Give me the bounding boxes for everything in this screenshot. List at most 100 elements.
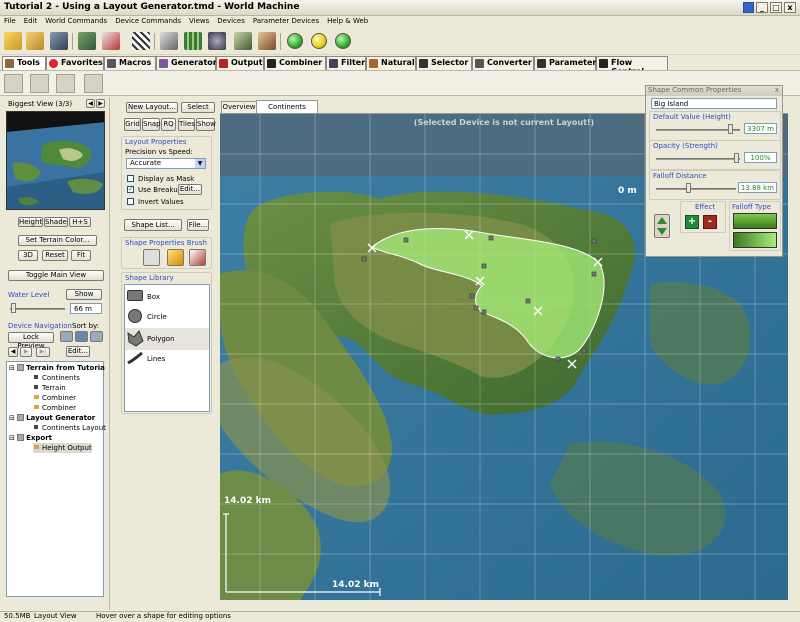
- tree-item-combiner-1[interactable]: Combiner: [33, 393, 76, 403]
- device-edit-button[interactable]: Edit...: [66, 346, 90, 357]
- falloff-thumb[interactable]: [685, 183, 691, 193]
- menu-views[interactable]: Views: [185, 16, 213, 25]
- default-value-field[interactable]: 3307 m: [744, 123, 777, 134]
- lock-preview-button[interactable]: Lock Preview: [8, 332, 54, 350]
- brush-pick-icon[interactable]: [143, 249, 160, 266]
- maximize-button[interactable]: □: [770, 2, 782, 13]
- water-level-slider[interactable]: [10, 308, 65, 310]
- close-button[interactable]: x: [784, 2, 796, 13]
- shape-lines-label[interactable]: Lines: [147, 355, 165, 363]
- precision-select[interactable]: Accurate ▼: [126, 158, 206, 169]
- tab-tools[interactable]: Tools: [2, 56, 46, 70]
- menu-parameter-devices[interactable]: Parameter Devices: [249, 16, 323, 25]
- minimize-button[interactable]: _: [756, 2, 768, 13]
- invert-values-checkbox[interactable]: [127, 198, 134, 205]
- build-all-icon[interactable]: [335, 33, 351, 49]
- build-green-icon[interactable]: [287, 33, 303, 49]
- opacity-field[interactable]: 100%: [744, 152, 777, 163]
- tool-slot-2[interactable]: [30, 74, 49, 93]
- terrain-view-icon[interactable]: [234, 32, 252, 50]
- opacity-thumb[interactable]: [734, 153, 739, 163]
- tree-item-continents-layout[interactable]: Continents Layout: [33, 423, 106, 433]
- sort-name-icon[interactable]: [75, 331, 88, 342]
- menu-devices[interactable]: Devices: [213, 16, 249, 25]
- tree-item-terrain[interactable]: Terrain: [33, 383, 66, 393]
- brush-apply-icon[interactable]: [189, 249, 206, 266]
- tab-parameter[interactable]: Parameter: [534, 56, 596, 70]
- tab-flow-control[interactable]: Flow Control: [596, 56, 668, 76]
- move-shape-icon[interactable]: [654, 214, 670, 238]
- sort-order-icon[interactable]: [90, 331, 103, 342]
- menu-edit[interactable]: Edit: [20, 16, 42, 25]
- tab-overview[interactable]: Overview: [221, 101, 257, 113]
- water-level-value[interactable]: 66 m: [70, 303, 102, 314]
- tree-item-combiner-2[interactable]: Combiner: [33, 403, 76, 413]
- lines-shape-icon[interactable]: [127, 351, 144, 365]
- tab-combiner[interactable]: Combiner: [264, 56, 326, 70]
- terrain-preview[interactable]: [6, 111, 105, 210]
- device-view-icon[interactable]: [160, 32, 178, 50]
- brush-paint-icon[interactable]: [167, 249, 184, 266]
- set-terrain-color-button[interactable]: Set Terrain Color...: [18, 235, 97, 246]
- menu-file[interactable]: File: [0, 16, 20, 25]
- falloff-field[interactable]: 13.88 km: [738, 182, 777, 193]
- layout-view-icon[interactable]: [184, 32, 202, 50]
- nav-back-button[interactable]: ◀: [8, 347, 18, 357]
- rq-toggle[interactable]: RQ: [161, 118, 176, 131]
- new-world-icon[interactable]: [4, 32, 22, 50]
- new-layout-button[interactable]: New Layout...: [126, 102, 178, 113]
- shape-box-label[interactable]: Box: [147, 293, 160, 301]
- nav-forward-button[interactable]: ▶: [20, 347, 32, 357]
- effect-subtract-button[interactable]: -: [703, 215, 717, 229]
- menu-world-commands[interactable]: World Commands: [41, 16, 111, 25]
- nav-last-button[interactable]: ▶|: [36, 347, 50, 357]
- shape-properties-close-button[interactable]: x: [773, 87, 781, 95]
- tab-generator[interactable]: Generator: [156, 56, 217, 70]
- tab-natural[interactable]: Natural: [366, 56, 416, 70]
- tab-continents-layout[interactable]: Continents Layout: [256, 100, 318, 123]
- 3d-view-button[interactable]: 3D: [18, 250, 38, 261]
- stop-build-icon[interactable]: [102, 32, 120, 50]
- app-switch-icon[interactable]: [743, 2, 754, 13]
- display-mask-checkbox[interactable]: [127, 175, 134, 182]
- menu-help-web[interactable]: Help & Web: [323, 16, 372, 25]
- tree-item-continents[interactable]: Continents: [33, 373, 80, 383]
- tab-favorites[interactable]: Favorites: [46, 56, 104, 70]
- toggle-main-view-button[interactable]: Toggle Main View: [8, 270, 104, 281]
- sort-type-icon[interactable]: [60, 331, 73, 342]
- water-level-thumb[interactable]: [11, 303, 16, 313]
- box-shape-icon[interactable]: [127, 290, 143, 301]
- water-show-button[interactable]: Show: [66, 289, 102, 300]
- tab-converter[interactable]: Converter: [472, 56, 534, 70]
- explorer-view-icon[interactable]: [208, 32, 226, 50]
- shape-circle-label[interactable]: Circle: [147, 313, 167, 321]
- breakup-edit-button[interactable]: Edit...: [178, 184, 202, 195]
- save-disk-icon[interactable]: [50, 32, 68, 50]
- shape-name-input[interactable]: Big Island: [651, 98, 777, 109]
- build-yellow-icon[interactable]: [311, 33, 327, 49]
- open-folder-icon[interactable]: [26, 32, 44, 50]
- shape-polygon-label[interactable]: Polygon: [147, 335, 175, 343]
- use-breakup-checkbox[interactable]: ✓: [127, 186, 134, 193]
- file-button[interactable]: File...: [187, 219, 209, 231]
- tool-slot-3[interactable]: [56, 74, 75, 93]
- effect-add-button[interactable]: +: [685, 215, 699, 229]
- tree-item-height-output[interactable]: Height Output: [33, 443, 92, 453]
- fit-view-button[interactable]: Fit: [71, 250, 91, 261]
- circle-shape-icon[interactable]: [128, 309, 142, 323]
- default-value-thumb[interactable]: [727, 124, 733, 134]
- tab-filter[interactable]: Filter: [326, 56, 366, 70]
- texture-view-icon[interactable]: [258, 32, 276, 50]
- build-icon[interactable]: [78, 32, 96, 50]
- next-view-button[interactable]: ▶: [96, 99, 105, 108]
- tab-selector[interactable]: Selector: [416, 56, 472, 70]
- polygon-shape-icon[interactable]: [127, 329, 144, 347]
- select-button[interactable]: Select: [181, 102, 215, 113]
- tab-macros[interactable]: Macros: [104, 56, 156, 70]
- tiles-toggle[interactable]: Tiles: [178, 118, 195, 131]
- opacity-slider[interactable]: [656, 158, 740, 160]
- height-shade-button[interactable]: H+S: [69, 217, 91, 227]
- tree-item-layout-group[interactable]: ⊟ Layout Generator: [9, 413, 95, 423]
- snap-toggle[interactable]: Snap: [142, 118, 161, 131]
- menu-device-commands[interactable]: Device Commands: [111, 16, 185, 25]
